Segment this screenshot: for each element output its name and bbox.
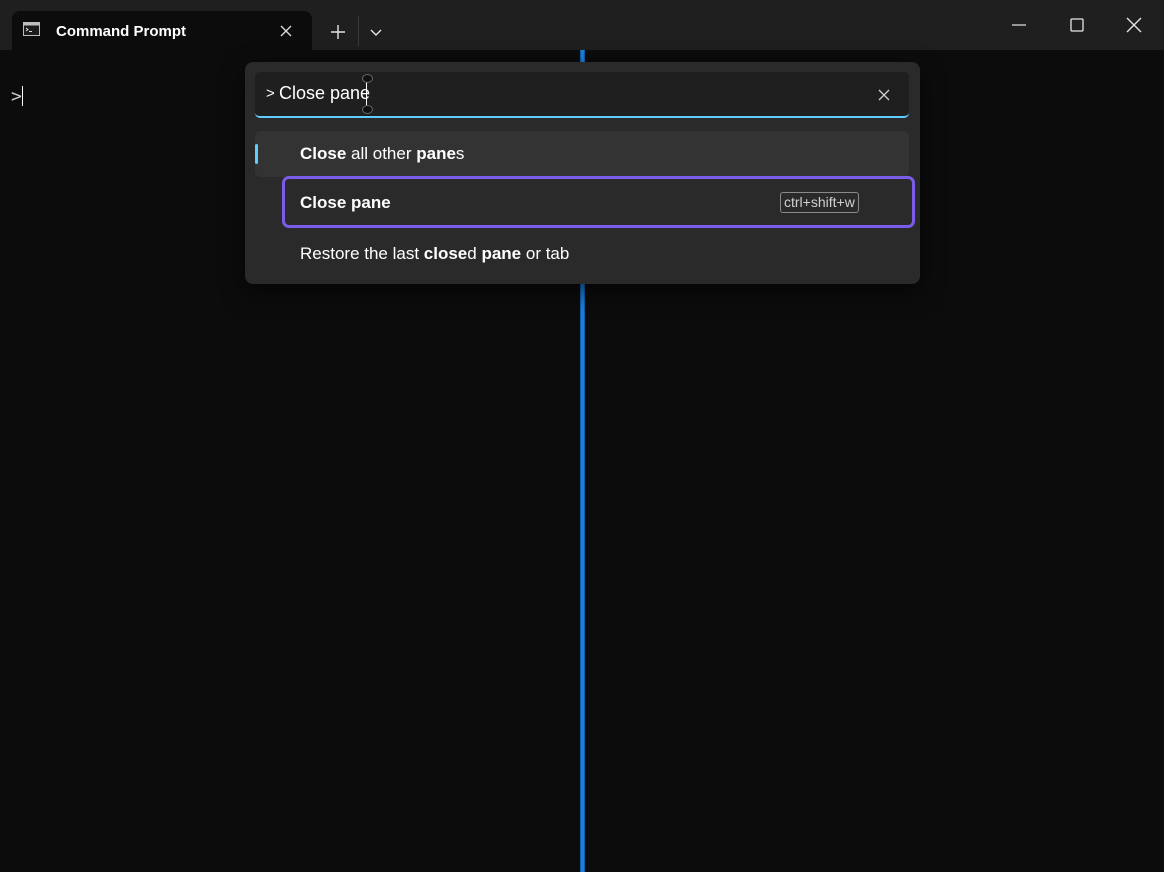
prompt-text: > xyxy=(11,86,22,107)
terminal-cursor xyxy=(22,86,23,106)
close-icon xyxy=(1126,17,1142,33)
tab-command-prompt[interactable]: Command Prompt xyxy=(12,11,312,51)
console-icon xyxy=(23,22,40,36)
text-caret xyxy=(362,74,373,114)
title-bar[interactable]: Command Prompt xyxy=(0,0,1164,51)
command-item-restore-closed-pane[interactable]: Restore the last closed pane or tab xyxy=(255,231,909,277)
command-item-close-all-other-panes[interactable]: Close all other panes xyxy=(255,131,909,177)
command-item-close-pane[interactable]: Close pane ctrl+shift+w xyxy=(282,176,915,228)
titlebar-separator xyxy=(358,16,359,46)
terminal-window: Command Prompt > > Close pane Close all … xyxy=(0,0,1164,872)
tab-close-icon[interactable] xyxy=(276,21,296,41)
command-item-label: Close pane xyxy=(300,193,391,212)
chevron-down-icon xyxy=(370,29,382,36)
minimize-button[interactable] xyxy=(990,0,1048,50)
new-tab-button[interactable] xyxy=(324,18,352,46)
command-item-label: Close all other panes xyxy=(300,144,465,163)
search-prefix: > xyxy=(266,85,275,102)
command-palette: > Close pane Close all other panes Close… xyxy=(245,62,920,284)
keychord-badge: ctrl+shift+w xyxy=(780,192,859,213)
maximize-button[interactable] xyxy=(1048,0,1106,50)
search-value: Close pane xyxy=(279,83,371,103)
minimize-icon xyxy=(1012,24,1026,26)
maximize-icon xyxy=(1070,18,1084,32)
tab-dropdown-button[interactable] xyxy=(362,18,390,46)
tab-title: Command Prompt xyxy=(56,23,187,40)
selection-indicator xyxy=(255,144,258,164)
clear-search-icon[interactable] xyxy=(874,85,894,105)
command-search-input[interactable]: > Close pane xyxy=(255,72,909,118)
plus-icon xyxy=(331,25,345,39)
command-item-label: Restore the last closed pane or tab xyxy=(300,244,570,263)
window-close-button[interactable] xyxy=(1105,0,1163,50)
